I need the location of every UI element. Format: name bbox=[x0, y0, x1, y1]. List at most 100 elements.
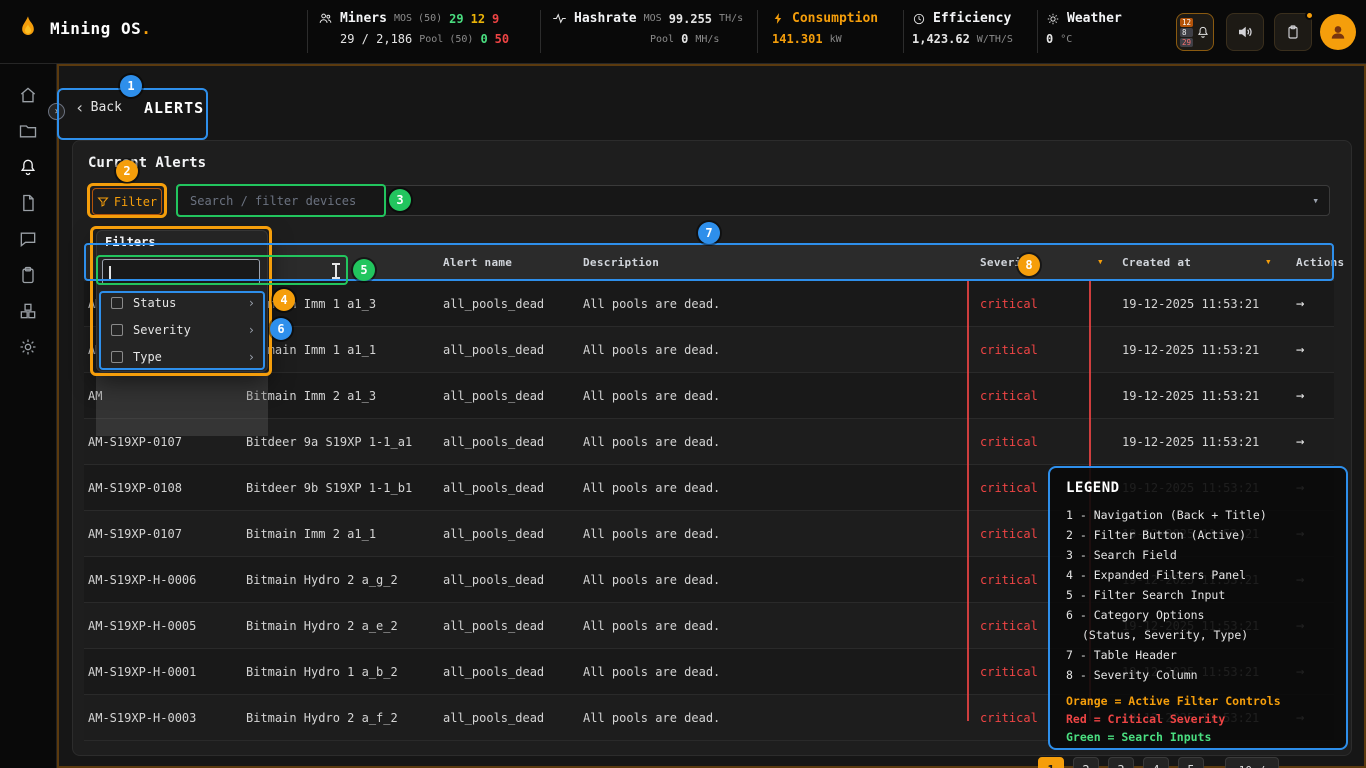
created-sort-button[interactable]: ▾ bbox=[1265, 255, 1272, 269]
annotation-badge-1: 1 bbox=[120, 75, 142, 97]
mos-label: MOS (50) bbox=[394, 13, 442, 24]
search-input[interactable] bbox=[188, 193, 1312, 209]
cell-miner-name: Bitmain Hydro 2 a_g_2 bbox=[246, 557, 398, 603]
table-header-row: Alert name Description Severity ▾ Create… bbox=[84, 244, 1334, 281]
person-icon bbox=[1328, 22, 1348, 42]
legend-item: 3 - Search Field bbox=[1066, 545, 1330, 565]
tasks-button[interactable] bbox=[1274, 13, 1312, 51]
mining-os-app: Mining OS. Miners MOS (50) 29 12 9 29 / … bbox=[0, 0, 1366, 768]
filter-category-severity[interactable]: Severity› bbox=[101, 316, 265, 343]
efficiency-value: 1,423.62 bbox=[912, 32, 970, 46]
cell-alert-name: all_pools_dead bbox=[443, 511, 544, 557]
weather-value: 0 bbox=[1046, 32, 1053, 46]
efficiency-title: Efficiency bbox=[933, 11, 1011, 26]
hashrate-mos-unit: TH/s bbox=[719, 13, 743, 24]
main-content: › ‹ Back ALERTS Current Alerts Filter ▾ … bbox=[57, 64, 1366, 768]
cell-alert-name: all_pools_dead bbox=[443, 649, 544, 695]
checkbox[interactable] bbox=[111, 297, 123, 309]
cell-severity: critical bbox=[980, 327, 1038, 373]
alerts-bell-icon bbox=[18, 157, 38, 177]
col-created-at[interactable]: Created at bbox=[1122, 244, 1191, 281]
filters-panel-title: Filters bbox=[105, 235, 156, 249]
device-search-field: ▾ bbox=[177, 185, 1330, 216]
brand[interactable]: Mining OS. bbox=[14, 12, 151, 44]
page-button-3[interactable]: 3 bbox=[1108, 757, 1134, 768]
mos-ok-count: 29 bbox=[449, 12, 463, 26]
volume-button[interactable] bbox=[1226, 13, 1264, 51]
cell-severity: critical bbox=[980, 465, 1038, 511]
table-row: AMBitmain Imm 1 a1_3all_pools_deadAll po… bbox=[84, 281, 1334, 327]
checkbox[interactable] bbox=[111, 324, 123, 336]
profile-button[interactable] bbox=[1320, 14, 1356, 50]
document-icon bbox=[18, 193, 38, 213]
sidebar-item-home[interactable] bbox=[8, 80, 48, 110]
cell-description: All pools are dead. bbox=[583, 327, 720, 373]
checkbox[interactable] bbox=[111, 351, 123, 363]
sidebar-item-modules[interactable] bbox=[8, 296, 48, 326]
chevron-down-icon: ▾ bbox=[1312, 194, 1319, 207]
hashrate-stats: Hashrate MOS 99.255 TH/s Pool 0 MH/s bbox=[552, 11, 743, 46]
back-button[interactable]: ‹ Back bbox=[75, 98, 122, 117]
cell-severity: critical bbox=[980, 603, 1038, 649]
sidebar-item-folders[interactable] bbox=[8, 116, 48, 146]
dropdown-shadow-area bbox=[96, 372, 268, 436]
filter-category-type[interactable]: Type› bbox=[101, 343, 265, 370]
cell-severity: critical bbox=[980, 281, 1038, 327]
consumption-stats: Consumption 141.301 kW bbox=[772, 11, 878, 46]
row-action-arrow-button[interactable]: → bbox=[1296, 419, 1304, 465]
legend-item: (Status, Severity, Type) bbox=[1066, 625, 1330, 645]
cell-severity: critical bbox=[980, 557, 1038, 603]
cell-alert-name: all_pools_dead bbox=[443, 695, 544, 741]
page-button-2[interactable]: 2 bbox=[1073, 757, 1099, 768]
notification-count-badge: 29 bbox=[1180, 38, 1193, 47]
sidebar-item-tasks[interactable] bbox=[8, 260, 48, 290]
notification-badges: 12829 bbox=[1180, 18, 1193, 47]
cell-miner-id: AM-S19XP-0108 bbox=[88, 465, 182, 511]
pool-label: Pool (50) bbox=[419, 34, 473, 45]
row-action-arrow-button[interactable]: → bbox=[1296, 373, 1304, 419]
cell-created-at: 19-12-2025 11:53:21 bbox=[1122, 327, 1259, 373]
row-action-arrow-button[interactable]: → bbox=[1296, 327, 1304, 373]
notifications-button[interactable]: 12829 bbox=[1176, 13, 1214, 51]
filter-search-input[interactable] bbox=[103, 260, 259, 284]
header-divider bbox=[757, 10, 758, 53]
top-header: Mining OS. Miners MOS (50) 29 12 9 29 / … bbox=[0, 0, 1366, 64]
col-alert-name[interactable]: Alert name bbox=[443, 244, 512, 281]
cell-description: All pools are dead. bbox=[583, 511, 720, 557]
notification-count-badge: 12 bbox=[1180, 18, 1193, 27]
row-action-arrow-button[interactable]: → bbox=[1296, 281, 1304, 327]
legend-color-note: Red = Critical Severity bbox=[1066, 710, 1330, 728]
cell-description: All pools are dead. bbox=[583, 557, 720, 603]
sidebar-item-reports[interactable] bbox=[8, 188, 48, 218]
page-button-5[interactable]: 5 bbox=[1178, 757, 1204, 768]
page-size-select[interactable]: 10 / bbox=[1225, 757, 1279, 768]
filter-category-status[interactable]: Status› bbox=[101, 289, 265, 316]
filter-category-label: Severity bbox=[133, 323, 191, 337]
filter-button[interactable]: Filter bbox=[92, 188, 162, 215]
table-row: AM-S19XP-0107Bitdeer 9a S19XP 1-1_a1all_… bbox=[84, 419, 1334, 465]
cell-created-at: 19-12-2025 11:53:21 bbox=[1122, 281, 1259, 327]
col-description[interactable]: Description bbox=[583, 244, 659, 281]
brand-text: Mining OS. bbox=[50, 19, 151, 38]
hashrate-pool-unit: MH/s bbox=[695, 34, 719, 45]
funnel-icon bbox=[97, 196, 109, 208]
cell-miner-id: AM-S19XP-H-0006 bbox=[88, 557, 196, 603]
page-button-1[interactable]: 1 bbox=[1038, 757, 1064, 768]
pagination: 12345 10 / bbox=[1038, 757, 1279, 768]
efficiency-stats: Efficiency 1,423.62 W/TH/S bbox=[912, 11, 1013, 46]
legend-item: 4 - Expanded Filters Panel bbox=[1066, 565, 1330, 585]
tasks-alert-dot bbox=[1305, 11, 1314, 20]
cell-severity: critical bbox=[980, 695, 1038, 741]
page-button-4[interactable]: 4 bbox=[1143, 757, 1169, 768]
sidebar-item-messages[interactable] bbox=[8, 224, 48, 254]
settings-gear-icon bbox=[18, 337, 38, 357]
legend-item: 5 - Filter Search Input bbox=[1066, 585, 1330, 605]
sidebar-item-alerts[interactable] bbox=[8, 152, 48, 182]
sidebar-item-settings[interactable] bbox=[8, 332, 48, 362]
legend-item: 8 - Severity Column bbox=[1066, 665, 1330, 685]
severity-sort-button[interactable]: ▾ bbox=[1097, 255, 1104, 269]
sidebar-expand-toggle[interactable]: › bbox=[48, 103, 65, 120]
cell-alert-name: all_pools_dead bbox=[443, 373, 544, 419]
cell-miner-name: Bitmain Hydro 2 a_e_2 bbox=[246, 603, 398, 649]
cell-severity: critical bbox=[980, 511, 1038, 557]
